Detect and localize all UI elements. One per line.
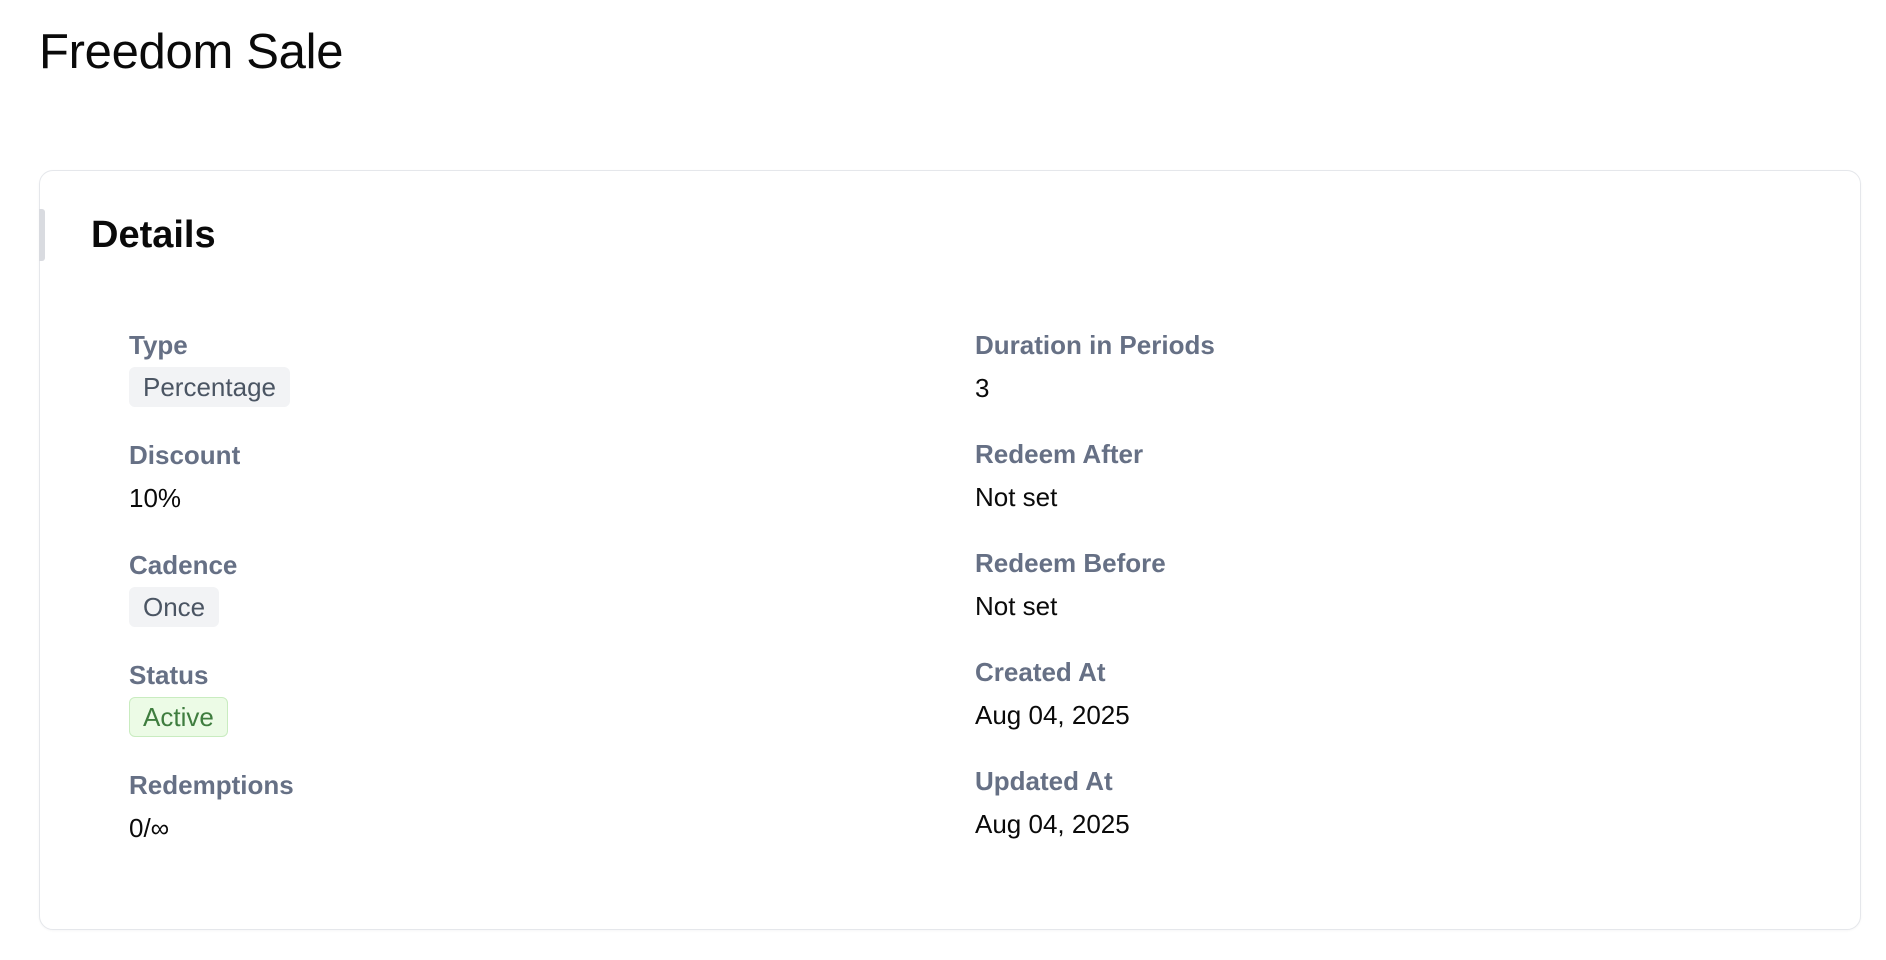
field-label: Type xyxy=(129,330,188,360)
details-card: Details Type Percentage Discount 10% Cad… xyxy=(39,170,1861,930)
card-accent-bar xyxy=(39,209,45,261)
field-value: Not set xyxy=(975,482,1058,512)
field-discount: Discount 10% xyxy=(129,439,240,514)
field-label: Cadence xyxy=(129,550,238,580)
field-value: 0/∞ xyxy=(129,813,170,843)
field-value: Aug 04, 2025 xyxy=(975,809,1130,839)
field-cadence: Cadence Once xyxy=(129,549,237,627)
field-label: Discount xyxy=(129,440,241,470)
field-value: 3 xyxy=(975,373,990,403)
field-label: Updated At xyxy=(975,766,1113,796)
field-created-at: Created At Aug 04, 2025 xyxy=(975,656,1130,731)
field-label: Status xyxy=(129,660,209,690)
field-redemptions: Redemptions 0/∞ xyxy=(129,769,294,844)
field-redeem-after: Redeem After Not set xyxy=(975,438,1143,513)
type-badge: Percentage xyxy=(129,367,290,407)
cadence-badge: Once xyxy=(129,587,220,627)
field-status: Status Active xyxy=(129,659,228,737)
field-label: Redeem After xyxy=(975,439,1144,469)
field-label: Duration in Periods xyxy=(975,330,1215,360)
field-duration-in-periods: Duration in Periods 3 xyxy=(975,329,1215,404)
field-value: Aug 04, 2025 xyxy=(975,700,1130,730)
field-updated-at: Updated At Aug 04, 2025 xyxy=(975,765,1130,840)
field-value: Not set xyxy=(975,591,1058,621)
field-label: Created At xyxy=(975,657,1106,687)
field-label: Redeem Before xyxy=(975,548,1166,578)
details-title: Details xyxy=(91,214,216,256)
status-badge: Active xyxy=(129,697,228,737)
field-label: Redemptions xyxy=(129,770,294,800)
field-redeem-before: Redeem Before Not set xyxy=(975,547,1166,622)
field-value: 10% xyxy=(129,483,182,513)
page-title: Freedom Sale xyxy=(39,25,344,79)
field-type: Type Percentage xyxy=(129,329,290,407)
